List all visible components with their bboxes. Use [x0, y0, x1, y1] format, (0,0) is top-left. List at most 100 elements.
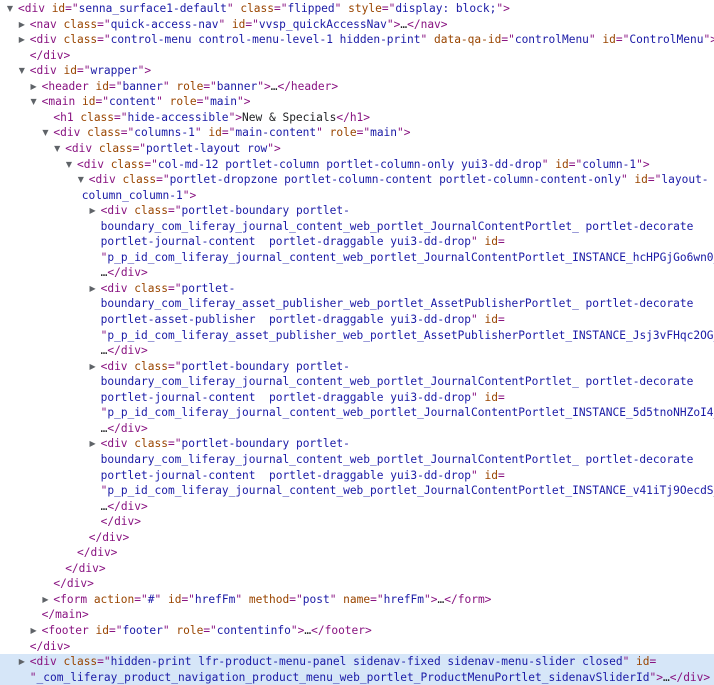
dom-tree-row[interactable]: "p_p_id_com_liferay_journal_content_web_…	[0, 483, 714, 499]
triangle-right-icon[interactable]: ▶	[29, 623, 39, 639]
triangle-right-icon[interactable]: ▶	[17, 17, 27, 33]
triangle-right-icon[interactable]: ▶	[88, 203, 98, 219]
dom-tree-row[interactable]: ▼ <div id="wrapper">	[0, 63, 714, 79]
dom-tree-row[interactable]: "p_p_id_com_liferay_journal_content_web_…	[0, 405, 714, 421]
triangle-down-icon[interactable]: ▼	[17, 63, 27, 79]
markup-token: display: block;	[395, 2, 497, 15]
dom-tree-row[interactable]: …</div>	[0, 265, 714, 281]
triangle-right-icon[interactable]: ▶	[88, 359, 98, 375]
dom-tree-row[interactable]: ▶ <footer id="footer" role="contentinfo">…	[0, 623, 714, 639]
triangle-right-icon[interactable]: ▶	[40, 592, 50, 608]
markup-token: layout-	[661, 173, 709, 187]
markup-token: ControlMenu	[629, 33, 704, 47]
markup-token: ">	[703, 33, 714, 47]
dom-tree-row[interactable]: …</div>	[0, 499, 714, 515]
triangle-down-icon[interactable]: ▼	[5, 1, 15, 17]
dom-tree-row[interactable]: ▼ <div class="col-md-12 portlet-column po…	[0, 157, 714, 173]
node-markup: <div id="wrapper">	[30, 63, 151, 79]
dom-tree-row[interactable]: "p_p_id_com_liferay_asset_publisher_web_…	[0, 328, 714, 344]
dom-tree-row[interactable]: portlet-journal-content portlet-draggabl…	[0, 234, 714, 250]
dom-tree-row[interactable]: </div>	[0, 48, 714, 64]
triangle-right-icon[interactable]: ▶	[29, 79, 39, 95]
markup-token: id	[95, 79, 109, 93]
markup-token: ="	[615, 33, 630, 47]
dom-tree-row[interactable]: portlet-journal-content portlet-draggabl…	[0, 468, 714, 484]
node-markup: </div>	[101, 514, 141, 530]
markup-token: "	[218, 17, 232, 31]
triangle-right-icon[interactable]: ▶	[17, 654, 27, 670]
triangle-down-icon[interactable]: ▼	[64, 157, 74, 173]
triangle-down-icon[interactable]: ▼	[76, 172, 86, 188]
markup-token: column-1	[582, 157, 637, 171]
markup-token: ">	[237, 95, 251, 109]
markup-token: </div>	[77, 546, 118, 560]
dom-tree-row[interactable]: ▶ <div class="control-menu control-menu-l…	[0, 32, 714, 48]
dom-tree-row[interactable]: portlet-journal-content portlet-draggabl…	[0, 390, 714, 406]
dom-tree-row[interactable]: </div>	[0, 530, 714, 546]
dom-tree-row[interactable]: </div>	[0, 639, 714, 655]
markup-token: ">	[228, 110, 243, 124]
dom-tree-row[interactable]: ▼ <div id="senna_surface1-default" class=…	[0, 1, 714, 17]
dom-tree-row[interactable]: …</div>	[0, 421, 714, 437]
dom-tree-row[interactable]: </main>	[0, 607, 714, 623]
dom-tree-row[interactable]: ▼ <div class="portlet-dropzone portlet-co…	[0, 172, 714, 188]
triangle-down-icon[interactable]: ▼	[29, 94, 39, 110]
markup-token: portlet-	[181, 281, 236, 295]
dom-tree-row[interactable]: ▶ <nav class="quick-access-nav" id="vvsp_…	[0, 17, 714, 33]
markup-token: class	[80, 110, 115, 124]
markup-token: ="	[120, 126, 135, 140]
dom-tree-row[interactable]: ▼ <main id="content" role="main">	[0, 94, 714, 110]
triangle-down-icon[interactable]: ▼	[52, 141, 62, 157]
dom-tree-row[interactable]: column_column-1">	[0, 188, 714, 204]
markup-token: flipped	[287, 2, 335, 15]
markup-token: class	[87, 126, 121, 140]
markup-token: ="	[108, 79, 123, 93]
node-markup: <form action="#" id="hrefFm" method="pos…	[53, 592, 491, 608]
dom-tree-row[interactable]: </div>	[0, 545, 714, 561]
dom-tree-row[interactable]: boundary_com_liferay_journal_content_web…	[0, 452, 714, 468]
dom-tree-row[interactable]: boundary_com_liferay_asset_publisher_web…	[0, 296, 714, 312]
dom-tree-row[interactable]: "_com_liferay_product_navigation_product…	[0, 669, 714, 685]
markup-token: class	[63, 33, 98, 47]
triangle-right-icon[interactable]: ▶	[88, 281, 98, 297]
markup-token: class	[134, 437, 168, 451]
markup-token: class	[110, 157, 145, 171]
markup-token: main-content	[235, 126, 317, 140]
markup-token: ="	[203, 624, 217, 637]
dom-tree-row[interactable]: ▼ <div class="portlet-layout row">	[0, 141, 714, 157]
dom-tree-row[interactable]: </div>	[0, 514, 714, 530]
markup-token: ="	[167, 359, 182, 373]
triangle-right-icon[interactable]: ▶	[88, 436, 98, 452]
markup-token: ">	[257, 79, 271, 93]
dom-tree-row[interactable]: "p_p_id_com_liferay_journal_content_web_…	[0, 250, 714, 266]
triangle-down-icon[interactable]: ▼	[40, 125, 50, 141]
markup-token: portlet-journal-content portlet-draggabl…	[100, 390, 472, 404]
dom-tree-row[interactable]: ▶ <div class="portlet-boundary portlet-	[0, 359, 714, 375]
dom-tree-row[interactable]: </div>	[0, 576, 714, 592]
dom-tree-row[interactable]: boundary_com_liferay_journal_content_web…	[0, 219, 714, 235]
markup-token: quick-access-nav	[110, 17, 219, 31]
markup-token: "	[471, 468, 485, 482]
node-markup: </div>	[30, 639, 70, 655]
dom-tree-row[interactable]: </div>	[0, 561, 714, 577]
dom-tree-row[interactable]: boundary_com_liferay_journal_content_web…	[0, 374, 714, 390]
dom-tree-row[interactable]: ▼ <div class="columns-1" id="main-content…	[0, 125, 714, 141]
dom-tree-row[interactable]: <h1 class="hide-accessible">New & Specia…	[0, 110, 714, 126]
dom-tree-row[interactable]: ▶ <div class="portlet-boundary portlet-	[0, 436, 714, 452]
markup-token: ="	[221, 126, 236, 140]
dom-tree-row[interactable]: ▶ <div class="portlet-	[0, 281, 714, 297]
markup-token: <div	[53, 126, 88, 140]
markup-token: <div	[29, 655, 64, 669]
markup-token: columns-1	[134, 126, 195, 140]
dom-tree-row[interactable]: ▶ <header id="banner" role="banner">…</he…	[0, 79, 714, 95]
markup-token: p_p_id_com_liferay_journal_content_web_p…	[107, 484, 714, 498]
markup-token: "	[541, 157, 556, 171]
markup-token: id	[484, 468, 499, 482]
markup-token: ="	[501, 33, 515, 47]
triangle-right-icon[interactable]: ▶	[17, 32, 27, 48]
dom-tree-row[interactable]: portlet-asset-publisher portlet-draggabl…	[0, 312, 714, 328]
dom-tree-row[interactable]: …</div>	[0, 343, 714, 359]
dom-tree-row[interactable]: ▶ <div class="portlet-boundary portlet-	[0, 203, 714, 219]
dom-tree-row[interactable]: ▶ <div class="hidden-print lfr-product-me…	[0, 654, 714, 670]
dom-tree-row[interactable]: ▶ <form action="#" id="hrefFm" method="po…	[0, 592, 714, 608]
